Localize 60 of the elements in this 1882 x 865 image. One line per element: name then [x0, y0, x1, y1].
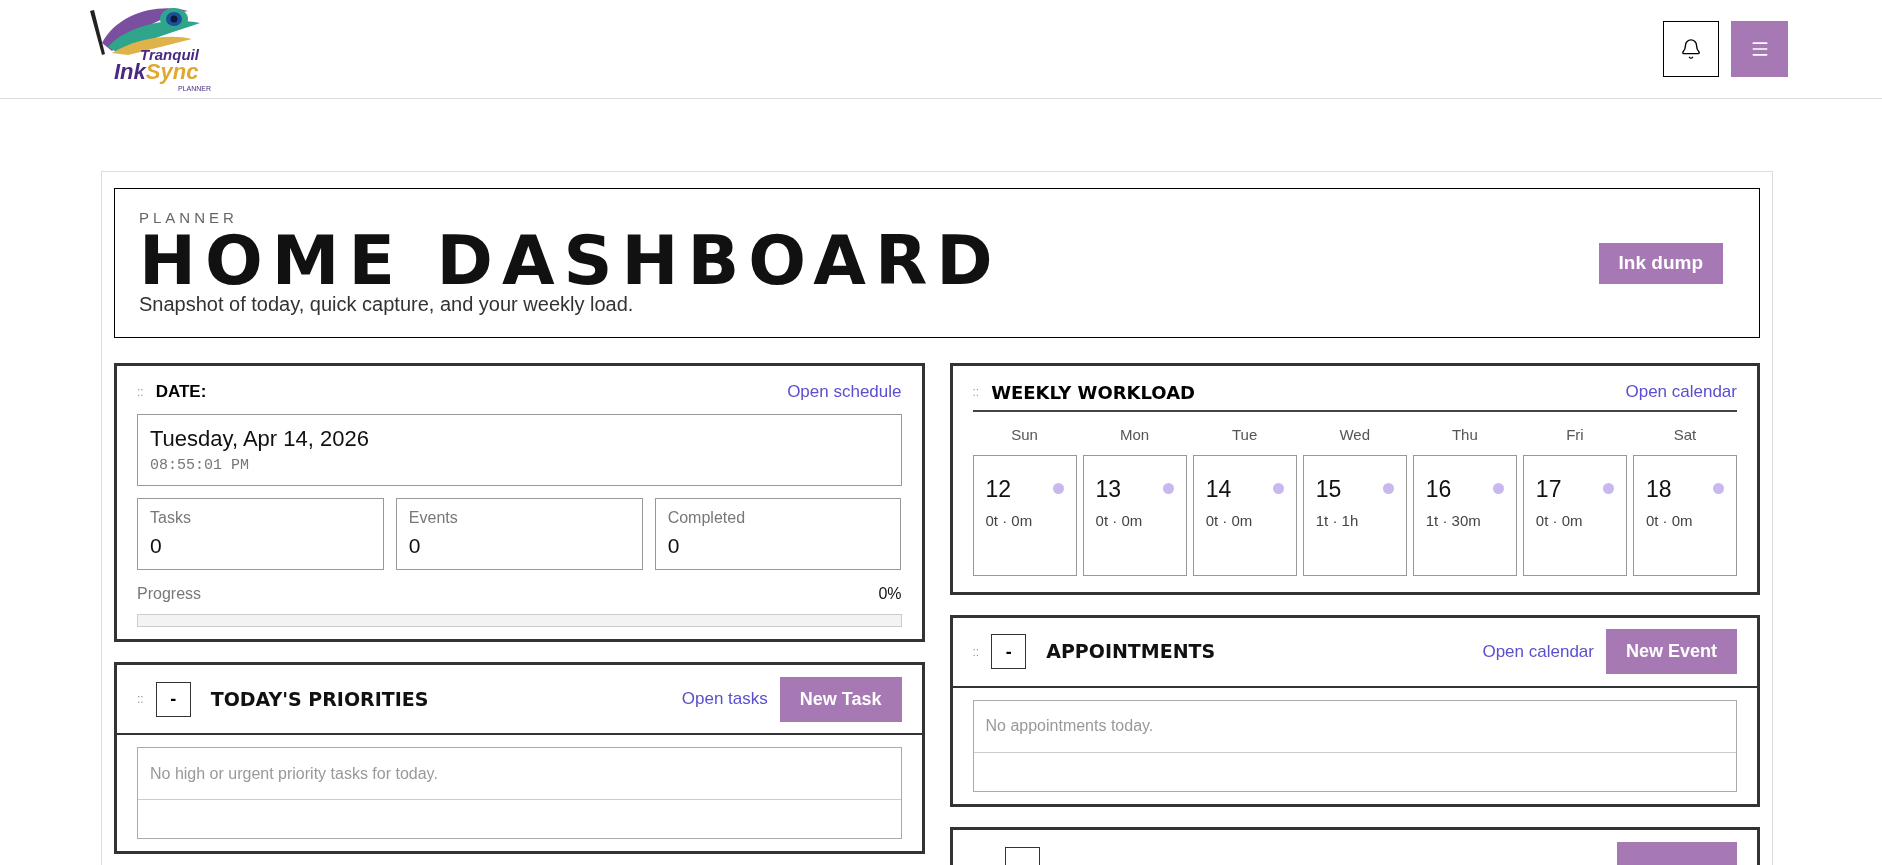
day-number: 16	[1425, 474, 1452, 504]
panel-action-button[interactable]: New Event	[1605, 629, 1737, 674]
day-number: 15	[1315, 474, 1342, 504]
empty-message: No appointments today.	[985, 716, 1154, 736]
day-number: 18	[1645, 474, 1672, 504]
weekday-label: Tue	[1231, 425, 1259, 445]
day-load: 0t · 0m	[985, 511, 1034, 531]
ink-dump-button[interactable]: Ink dump	[1598, 242, 1723, 284]
notifications-button[interactable]	[1663, 21, 1719, 77]
day-number: 13	[1095, 474, 1122, 504]
progress-reading: 0%	[878, 584, 902, 604]
panel-link[interactable]: Open tasks	[681, 686, 768, 712]
eyebrow-label: PLANNER	[139, 207, 239, 228]
date-text: Tuesday, Apr 14, 2026	[150, 425, 370, 454]
day-card[interactable]: 18 0t · 0m	[1632, 454, 1737, 576]
logo-text: Tranquil	[140, 47, 199, 62]
menu-button[interactable]	[1731, 21, 1788, 77]
panel-title: APPOINTMENTS	[1046, 639, 1216, 665]
open-calendar-link[interactable]: Open calendar	[1625, 379, 1737, 405]
weekday-label: Thu	[1450, 425, 1479, 445]
day-load: 0t · 0m	[1535, 511, 1584, 531]
page-title: HOME DASHBOARD	[139, 229, 1002, 294]
day-card[interactable]: 15 1t · 1h	[1302, 454, 1407, 576]
weekday-label: Wed	[1338, 425, 1372, 445]
open-schedule-link[interactable]: Open schedule	[787, 379, 902, 405]
stat-label: Events	[408, 508, 459, 529]
day-number: 12	[985, 474, 1012, 504]
collapse-button[interactable]: -	[155, 681, 191, 717]
day-number: 14	[1205, 474, 1232, 504]
weekday-label: Sat	[1672, 425, 1698, 445]
day-card[interactable]: 12 0t · 0m	[972, 454, 1077, 576]
stat-value: 0	[150, 533, 163, 560]
day-card[interactable]: 16 1t · 30m	[1412, 454, 1517, 576]
day-load: 0t · 0m	[1095, 511, 1144, 531]
day-load: 1t · 1h	[1315, 511, 1360, 531]
day-card[interactable]: 17 0t · 0m	[1522, 454, 1627, 576]
card-title: WEEKLY WORKLOAD	[991, 380, 1196, 405]
progress-label: Progress	[137, 584, 202, 604]
stat-label: Tasks	[150, 508, 192, 529]
day-card[interactable]: 14 0t · 0m	[1192, 454, 1297, 576]
stat-value: 0	[667, 533, 681, 560]
card-title: DATE:	[155, 381, 207, 404]
bell-icon	[1680, 38, 1702, 60]
panel-link[interactable]: Open calendar	[1482, 638, 1594, 665]
panel-action-button[interactable]: New Task	[779, 676, 902, 722]
weekday-label: Mon	[1119, 425, 1151, 445]
day-load: 0t · 0m	[1645, 511, 1694, 531]
day-number: 17	[1535, 474, 1562, 504]
stat-label: Completed	[667, 508, 747, 529]
weekday-label: Sun	[1010, 425, 1039, 445]
time-text: 08:55:01 PM	[150, 456, 251, 477]
page-subtitle: Snapshot of today, quick capture, and your weekly load.	[139, 292, 635, 318]
day-load: 1t · 30m	[1425, 511, 1482, 531]
empty-message: No high or urgent priority tasks for today.	[150, 763, 438, 784]
panel-title: TODAY'S PRIORITIES	[210, 686, 429, 712]
weekday-label: Fri	[1565, 425, 1585, 445]
stat-value: 0	[408, 533, 422, 560]
day-card[interactable]: 13 0t · 0m	[1082, 454, 1187, 576]
collapse-button[interactable]: -	[991, 634, 1027, 669]
day-load: 0t · 0m	[1205, 511, 1254, 531]
